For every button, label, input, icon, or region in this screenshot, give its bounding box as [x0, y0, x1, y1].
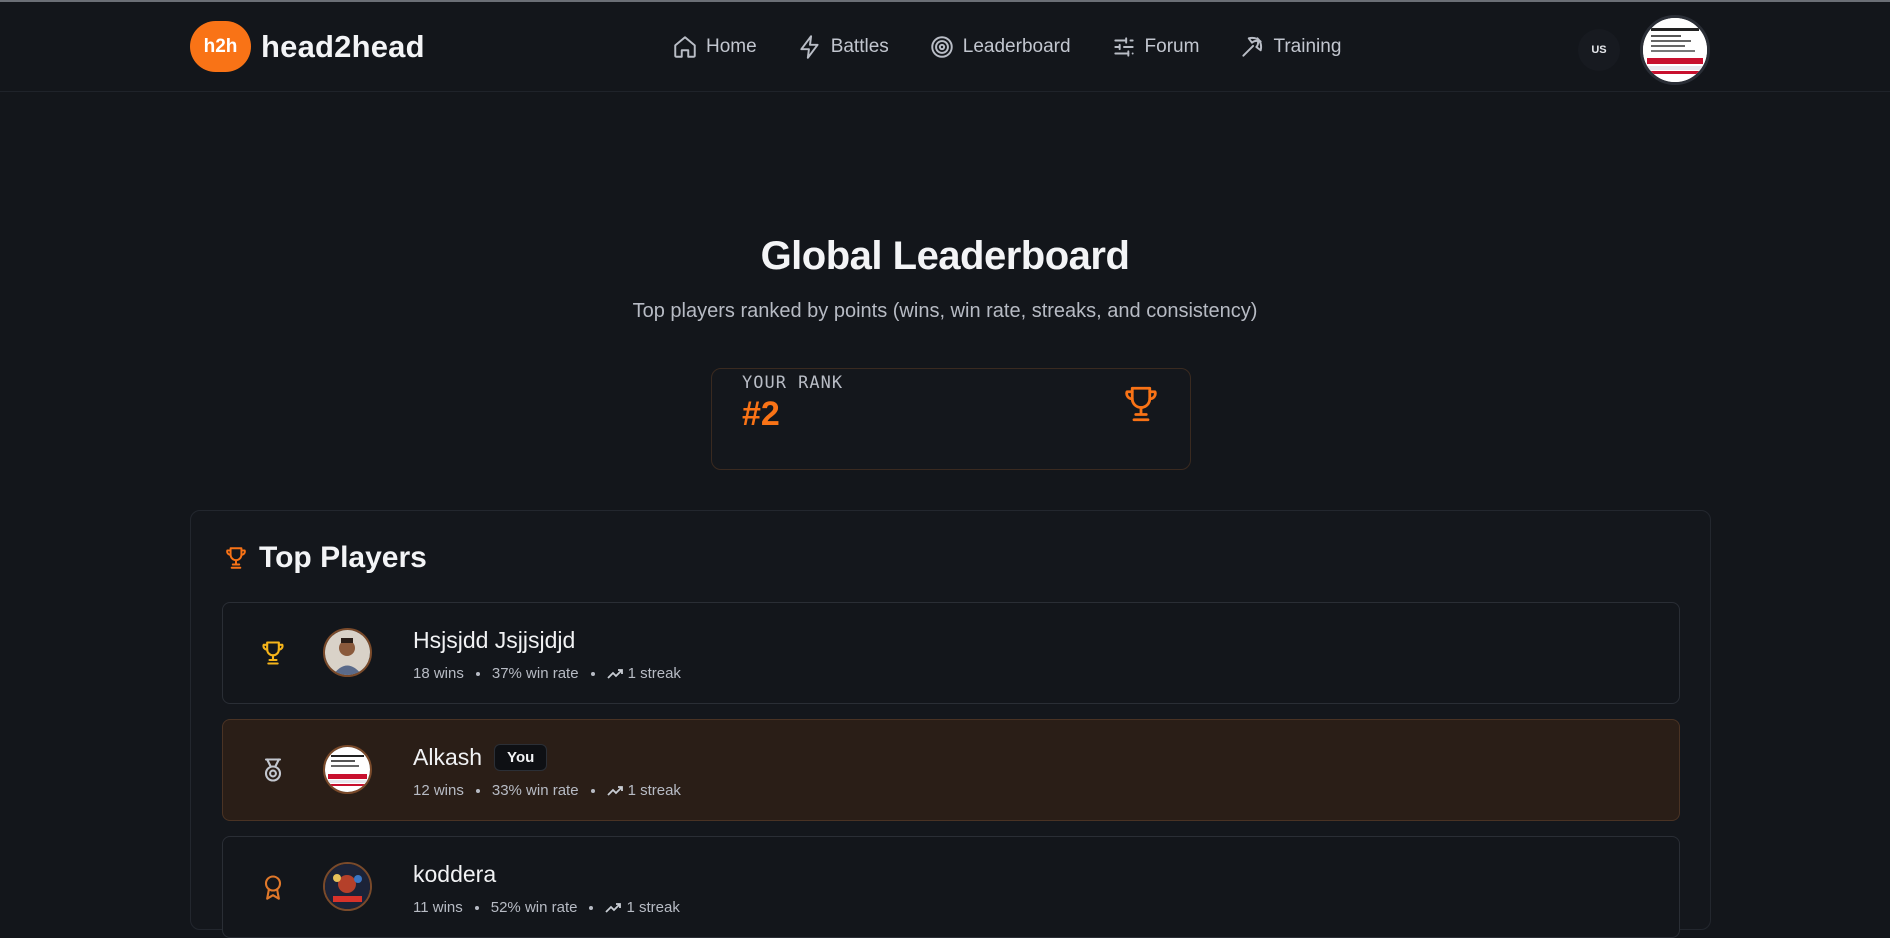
player-name: Hsjsjdd Jsjjsjdjd: [413, 627, 575, 654]
player-name: koddera: [413, 861, 496, 888]
nav-forum[interactable]: Forum: [1111, 34, 1200, 60]
separator-dot: [589, 905, 594, 910]
rank-label: YOUR RANK: [742, 373, 844, 393]
you-badge: You: [494, 744, 548, 771]
silver-medal-icon: [264, 758, 282, 782]
nav-battles[interactable]: Battles: [797, 34, 889, 60]
nav-leaderboard-label: Leaderboard: [962, 36, 1071, 57]
avatar-image: [1643, 18, 1707, 82]
streak: 1 streak: [606, 782, 681, 799]
lightning-icon: [800, 35, 819, 59]
trending-up-icon: [606, 668, 623, 679]
player-avatar: [323, 628, 372, 677]
page-subtitle: Top players ranked by points (wins, win …: [632, 300, 1258, 322]
separator-dot: [474, 905, 479, 910]
top-players-title: Top Players: [259, 541, 427, 574]
avatar-image: [325, 747, 370, 792]
bronze-award-icon: [264, 875, 282, 900]
trophy-icon: [226, 547, 246, 569]
nav-training[interactable]: Training: [1239, 34, 1341, 60]
player-stats: 12 wins 33% win rate 1 streak: [413, 782, 681, 799]
rank-value: #2: [742, 395, 780, 433]
win-rate: 33% win rate: [491, 782, 579, 799]
target-icon: [931, 36, 953, 58]
top-players-panel: Top Players Hsjsjdd Jsjjsjdjd 18 wins 37…: [190, 510, 1711, 938]
avatar-image: [325, 630, 370, 675]
nav-home-label: Home: [706, 36, 757, 57]
player-name-text: Alkash: [413, 744, 483, 770]
player-name-text: Hsjsjdd Jsjjsjdjd: [413, 627, 576, 653]
gold-trophy-icon: [262, 641, 284, 665]
player-row-current-user[interactable]: Alkash You 12 wins 33% win rate 1 streak: [222, 719, 1680, 821]
trending-up-icon: [606, 785, 623, 796]
nav-leaderboard[interactable]: Leaderboard: [929, 34, 1071, 60]
logo-badge: h2h: [190, 21, 251, 72]
page-title: Global Leaderboard: [760, 234, 1130, 278]
locale-button[interactable]: US: [1578, 29, 1620, 71]
player-row[interactable]: Hsjsjdd Jsjjsjdjd 18 wins 37% win rate 1…: [222, 602, 1680, 704]
player-row[interactable]: koddera 11 wins 52% win rate 1 streak: [222, 836, 1680, 938]
win-rate: 37% win rate: [491, 665, 579, 682]
wins-count: 12 wins: [413, 782, 464, 799]
wins-count: 11 wins: [413, 899, 463, 916]
user-avatar[interactable]: [1640, 15, 1710, 85]
home-icon: [674, 36, 696, 58]
nav-training-label: Training: [1273, 36, 1342, 57]
player-name-text: koddera: [413, 861, 497, 887]
main-nav: Home Battles Leaderboard Forum Training: [672, 34, 1381, 60]
streak: 1 streak: [606, 665, 681, 682]
streak-text: 1 streak: [627, 665, 681, 682]
trophy-icon: [1125, 386, 1157, 422]
separator-dot: [475, 788, 480, 793]
your-rank-card: YOUR RANK #2: [711, 368, 1191, 470]
win-rate: 52% win rate: [490, 899, 578, 916]
player-stats: 18 wins 37% win rate 1 streak: [413, 665, 681, 682]
top-players-header: Top Players: [223, 541, 427, 575]
pickaxe-icon: [1242, 36, 1263, 57]
player-avatar: [323, 745, 372, 794]
top-navbar: h2h head2head Home Battles Leaderboard F…: [0, 2, 1890, 92]
streak: 1 streak: [605, 899, 680, 916]
separator-dot: [590, 788, 595, 793]
wins-count: 18 wins: [413, 665, 464, 682]
player-stats: 11 wins 52% win rate 1 streak: [413, 899, 680, 916]
nav-home[interactable]: Home: [672, 34, 757, 60]
streak-text: 1 streak: [627, 782, 681, 799]
sliders-icon: [1113, 37, 1134, 57]
separator-dot: [590, 671, 595, 676]
streak-text: 1 streak: [626, 899, 680, 916]
brand-logo[interactable]: h2h head2head: [190, 21, 425, 72]
player-avatar: [323, 862, 372, 911]
separator-dot: [475, 671, 480, 676]
avatar-image: [325, 864, 370, 909]
nav-battles-label: Battles: [830, 36, 889, 57]
nav-forum-label: Forum: [1144, 36, 1200, 57]
brand-name: head2head: [261, 28, 425, 64]
player-name: Alkash You: [413, 744, 548, 771]
